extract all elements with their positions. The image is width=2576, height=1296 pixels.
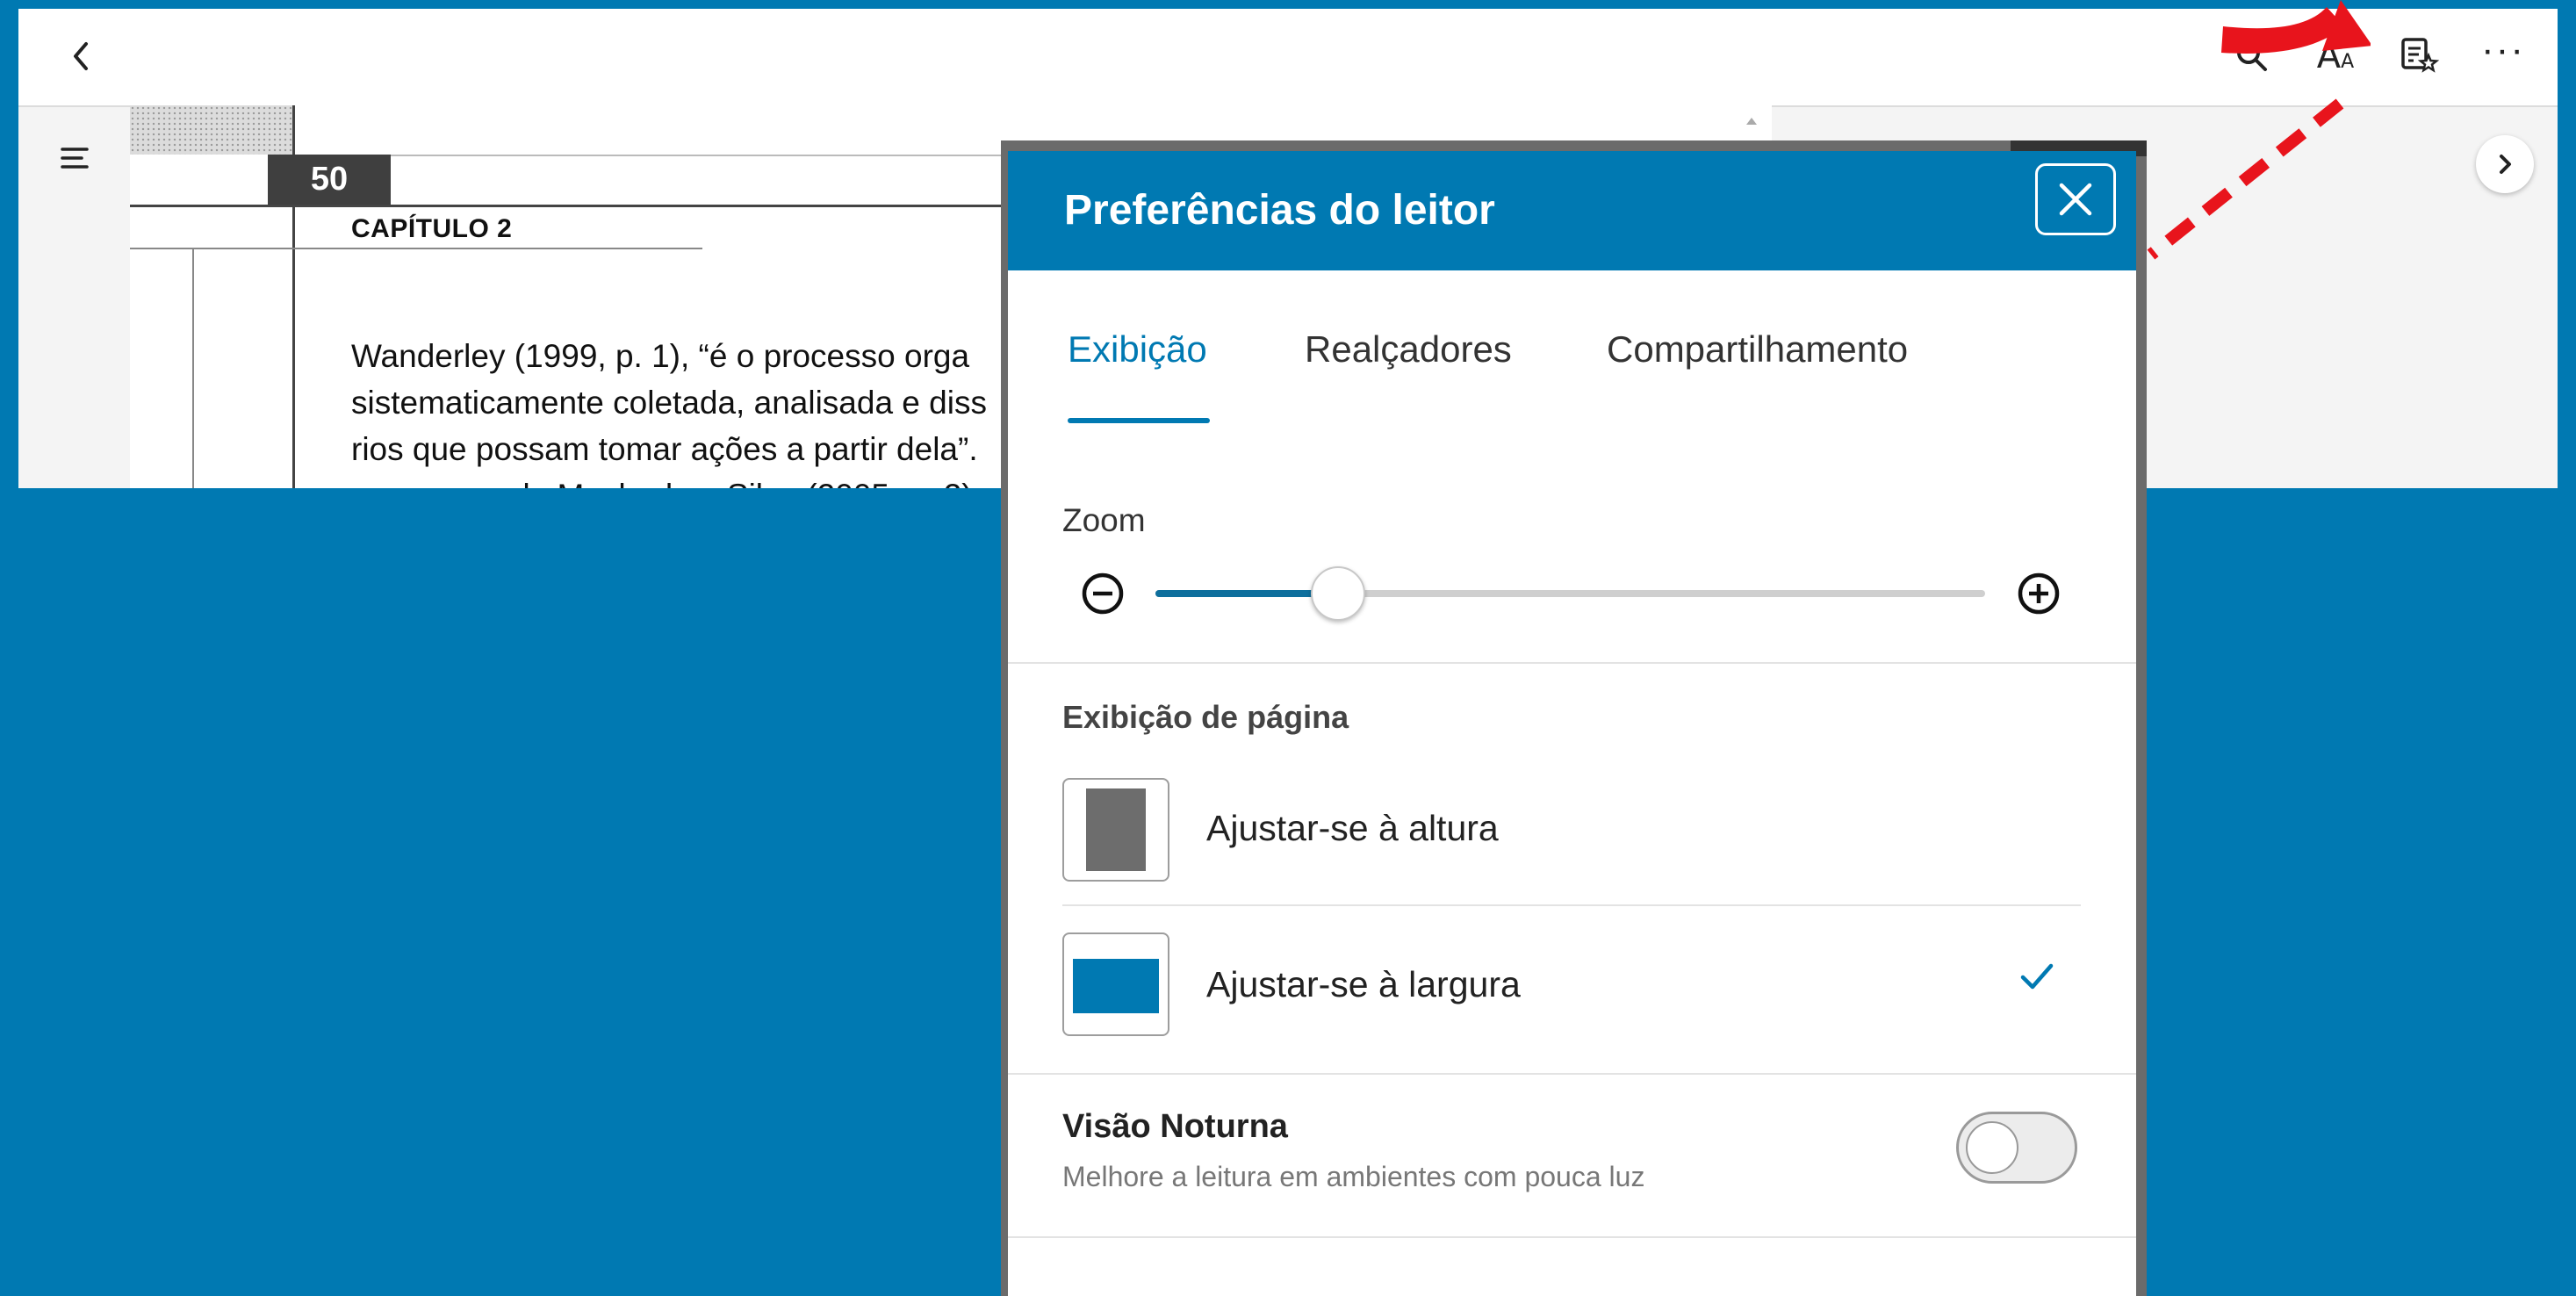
document-text-line: sistematicamente coletada, analisada e d… <box>351 385 987 421</box>
document-text-line: que, segundo Machado e Silva (2005, p. 2… <box>351 478 973 488</box>
document-text-line: Wanderley (1999, p. 1), “é o processo or… <box>351 338 970 374</box>
page-number: 50 <box>268 155 391 205</box>
night-vision-toggle[interactable] <box>1956 1112 2077 1184</box>
reader-preferences-dialog: Preferências do leitor Exibição Realçado… <box>1008 151 2136 1296</box>
fit-height-shape <box>1086 788 1146 871</box>
tab-compartilhamento[interactable]: Compartilhamento <box>1607 328 1908 371</box>
section-divider <box>1008 1236 2136 1238</box>
back-button[interactable] <box>54 28 110 84</box>
tab-exibicao[interactable]: Exibição <box>1068 328 1207 371</box>
chevron-left-icon <box>74 42 88 70</box>
section-divider <box>1008 662 2136 664</box>
zoom-out-icon <box>1082 572 1124 615</box>
fit-width-option[interactable]: Ajustar-se à largura <box>1206 964 1521 1005</box>
chevron-right-icon <box>2500 155 2511 174</box>
more-icon: ··· <box>2481 28 2525 71</box>
zoom-in-icon <box>2018 572 2060 615</box>
zoom-slider-handle[interactable] <box>1310 566 1365 621</box>
dialog-header: Preferências do leitor <box>1008 151 2136 270</box>
page-corner-pattern <box>130 105 292 155</box>
active-tab-indicator <box>1068 418 1210 423</box>
chapter-rule <box>130 248 702 249</box>
background-panel <box>2147 488 2576 1296</box>
fit-width-preview[interactable] <box>1062 932 1169 1036</box>
zoom-label: Zoom <box>1062 502 1146 538</box>
night-vision-title: Visão Noturna <box>1062 1108 1288 1145</box>
triangle-up-icon <box>1746 118 1757 125</box>
page-gutter-line <box>192 248 194 488</box>
fit-height-preview[interactable] <box>1062 778 1169 882</box>
checkmark-icon <box>2020 963 2054 990</box>
menu-icon <box>61 148 89 169</box>
fit-width-shape <box>1073 959 1159 1013</box>
toggle-knob <box>1966 1121 2018 1174</box>
background-panel <box>0 488 1001 1296</box>
close-button[interactable] <box>2035 163 2116 235</box>
close-icon <box>2059 183 2092 216</box>
annotation-arrow-icon <box>2147 0 2371 260</box>
zoom-in-button[interactable] <box>2016 571 2062 616</box>
next-page-button[interactable] <box>2476 135 2534 193</box>
bookmark-list-star-icon <box>2401 38 2440 73</box>
zoom-out-button[interactable] <box>1080 571 1126 616</box>
dialog-title: Preferências do leitor <box>1064 187 1495 234</box>
table-of-contents-button[interactable] <box>57 140 92 176</box>
page-display-label: Exibição de página <box>1062 699 1349 735</box>
option-divider <box>1062 904 2081 906</box>
bookmarks-button[interactable] <box>2392 28 2448 84</box>
tab-realcadores[interactable]: Realçadores <box>1305 328 1512 371</box>
header-rule <box>130 205 1061 207</box>
fit-height-option[interactable]: Ajustar-se à altura <box>1206 808 1499 849</box>
more-options-button[interactable]: ··· <box>2475 28 2531 84</box>
section-divider <box>1008 1073 2136 1075</box>
chapter-heading: CAPÍTULO 2 <box>351 214 513 243</box>
document-text-line: rios que possam tomar ações a partir del… <box>351 431 978 467</box>
night-vision-description: Melhore a leitura em ambientes com pouca… <box>1062 1161 1645 1192</box>
zoom-slider[interactable] <box>1155 566 1985 621</box>
